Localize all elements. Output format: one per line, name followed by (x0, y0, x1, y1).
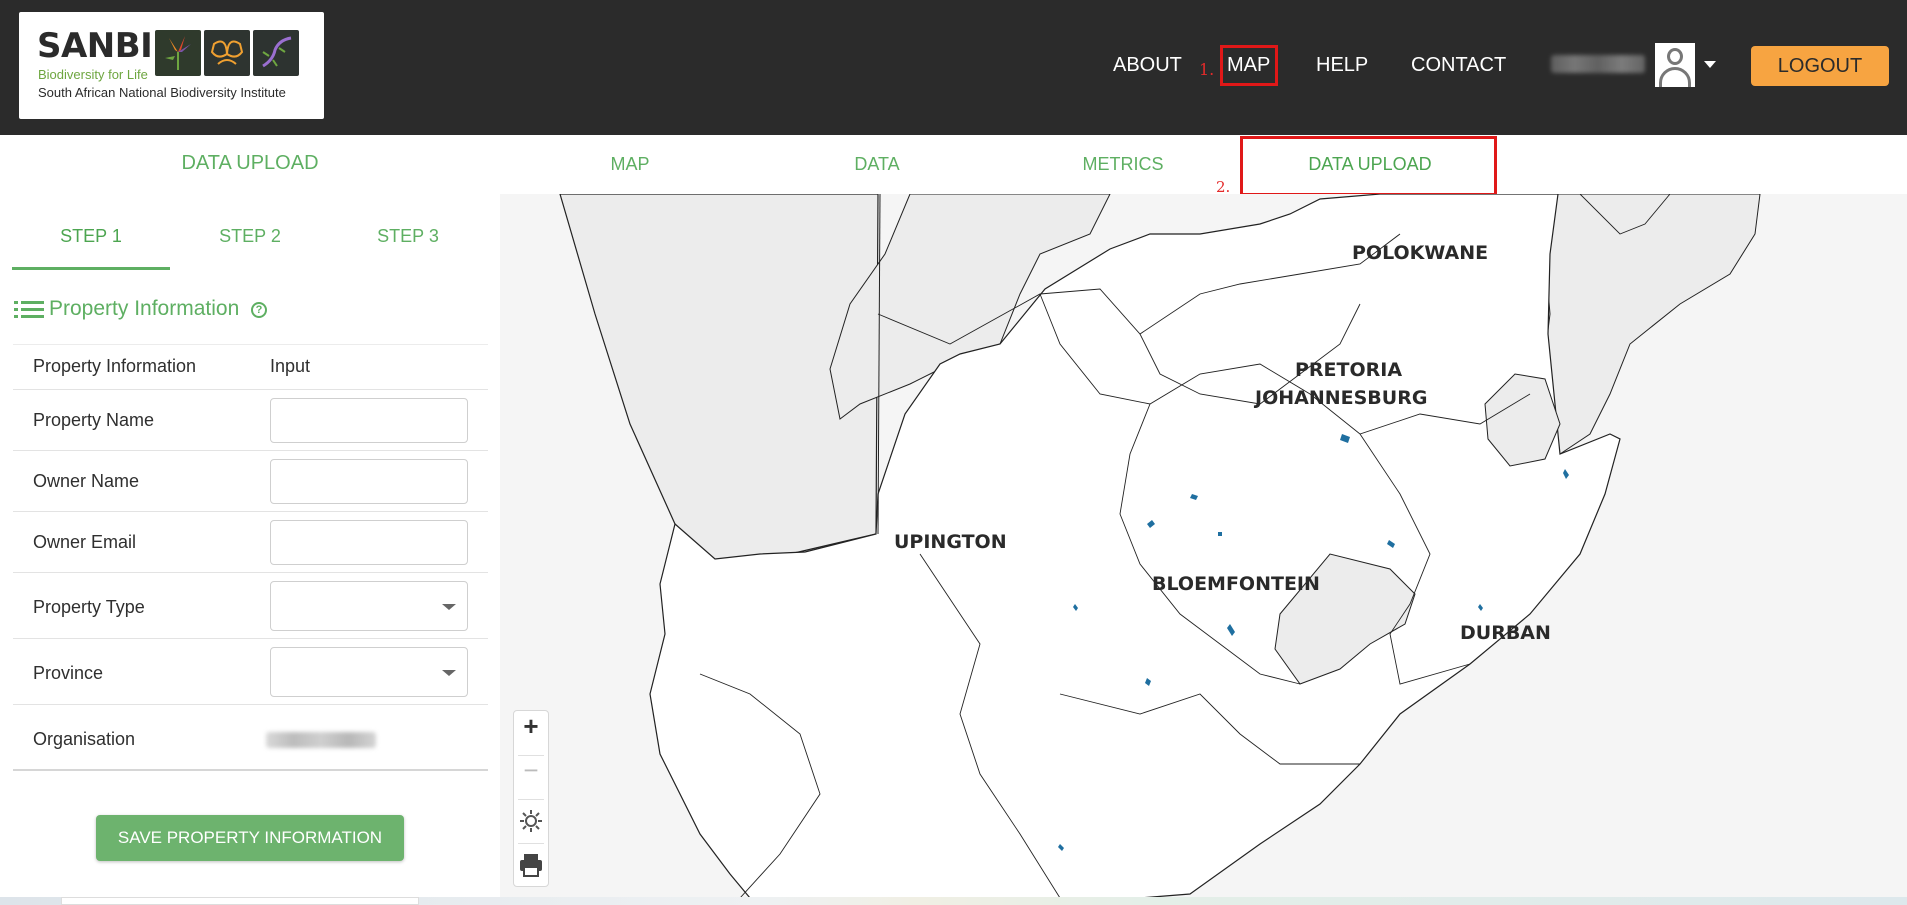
help-icon[interactable]: ? (251, 302, 267, 318)
tab-step-2[interactable]: STEP 2 (171, 226, 329, 267)
city-label: POLOKWANE (1352, 242, 1489, 264)
section-title: Property Information (49, 297, 240, 320)
chevron-down-icon (442, 604, 456, 610)
row-label: Owner Name (33, 471, 140, 491)
table-row: Owner Name (13, 450, 488, 511)
table-row: Owner Email (13, 511, 488, 572)
row-label: Owner Email (33, 532, 137, 552)
logout-button[interactable]: LOGOUT (1751, 46, 1889, 86)
tab-step-1[interactable]: STEP 1 (12, 226, 170, 270)
city-label: JOHANNESBURG (1255, 387, 1428, 409)
top-navbar: SANBI Biodiversity for Life South Africa… (0, 0, 1907, 135)
property-name-input[interactable] (270, 398, 468, 443)
property-type-select[interactable] (270, 581, 468, 631)
row-label: Property Name (33, 410, 155, 430)
sanbi-logo[interactable]: SANBI Biodiversity for Life South Africa… (19, 12, 324, 119)
lizard-logo-icon (253, 30, 299, 76)
row-label: Province (33, 663, 104, 683)
map-controls: + − (513, 710, 549, 887)
chevron-down-icon[interactable] (1704, 61, 1716, 68)
tab-map[interactable]: MAP (507, 154, 753, 175)
tab-step-3[interactable]: STEP 3 (329, 226, 487, 267)
column-header-label: Property Information (33, 356, 197, 376)
row-label: Property Type (33, 597, 145, 617)
owner-email-input[interactable] (270, 520, 468, 565)
province-select[interactable] (270, 647, 468, 697)
city-label: DURBAN (1460, 622, 1551, 644)
nav-map[interactable]: MAP (1227, 54, 1270, 77)
nav-contact[interactable]: CONTACT (1411, 54, 1506, 77)
logo-wordmark: SANBI (37, 26, 153, 66)
table-header-row: Property Information Input (13, 344, 488, 389)
south-africa-map (559, 194, 1761, 898)
nav-help[interactable]: HELP (1316, 54, 1368, 77)
avatar[interactable] (1655, 43, 1695, 87)
table-row: Property Type (13, 572, 488, 638)
bottom-panel-edge (61, 897, 419, 905)
tab-data[interactable]: DATA (754, 154, 1000, 175)
chevron-down-icon (442, 670, 456, 676)
list-icon (14, 301, 44, 319)
table-row: Organisation (13, 704, 488, 770)
panel-title: DATA UPLOAD (181, 152, 319, 174)
annotation-number-1: 1. (1199, 60, 1215, 79)
tab-metrics[interactable]: METRICS (1000, 154, 1246, 175)
city-label: UPINGTON (894, 531, 1007, 553)
print-icon[interactable] (514, 843, 548, 887)
table-row: Property Name (13, 389, 488, 450)
table-row: Province (13, 638, 488, 704)
logo-tagline: Biodiversity for Life (38, 67, 148, 82)
save-property-information-button[interactable]: SAVE PROPERTY INFORMATION (96, 815, 404, 861)
user-name-redacted (1551, 55, 1645, 73)
city-label: PRETORIA (1295, 359, 1403, 381)
city-label: BLOEMFONTEIN (1152, 573, 1320, 595)
zoom-in-button[interactable]: + (514, 711, 548, 755)
organisation-value-redacted (266, 732, 376, 748)
tab-data-upload[interactable]: DATA UPLOAD (1247, 154, 1493, 175)
flower-logo-icon (155, 30, 201, 76)
owner-name-input[interactable] (270, 459, 468, 504)
sun-icon[interactable] (514, 799, 548, 843)
column-header-input: Input (270, 356, 311, 376)
butterfly-logo-icon (204, 30, 250, 76)
property-form-table: Property Information Input Property Name… (13, 344, 488, 771)
row-label: Organisation (33, 729, 136, 749)
logo-subtitle: South African National Biodiversity Inst… (38, 85, 286, 100)
nav-about[interactable]: ABOUT (1113, 54, 1182, 77)
map-view[interactable]: POLOKWANE PRETORIA JOHANNESBURG UPINGTON… (500, 194, 1907, 898)
zoom-out-button[interactable]: − (514, 755, 548, 799)
